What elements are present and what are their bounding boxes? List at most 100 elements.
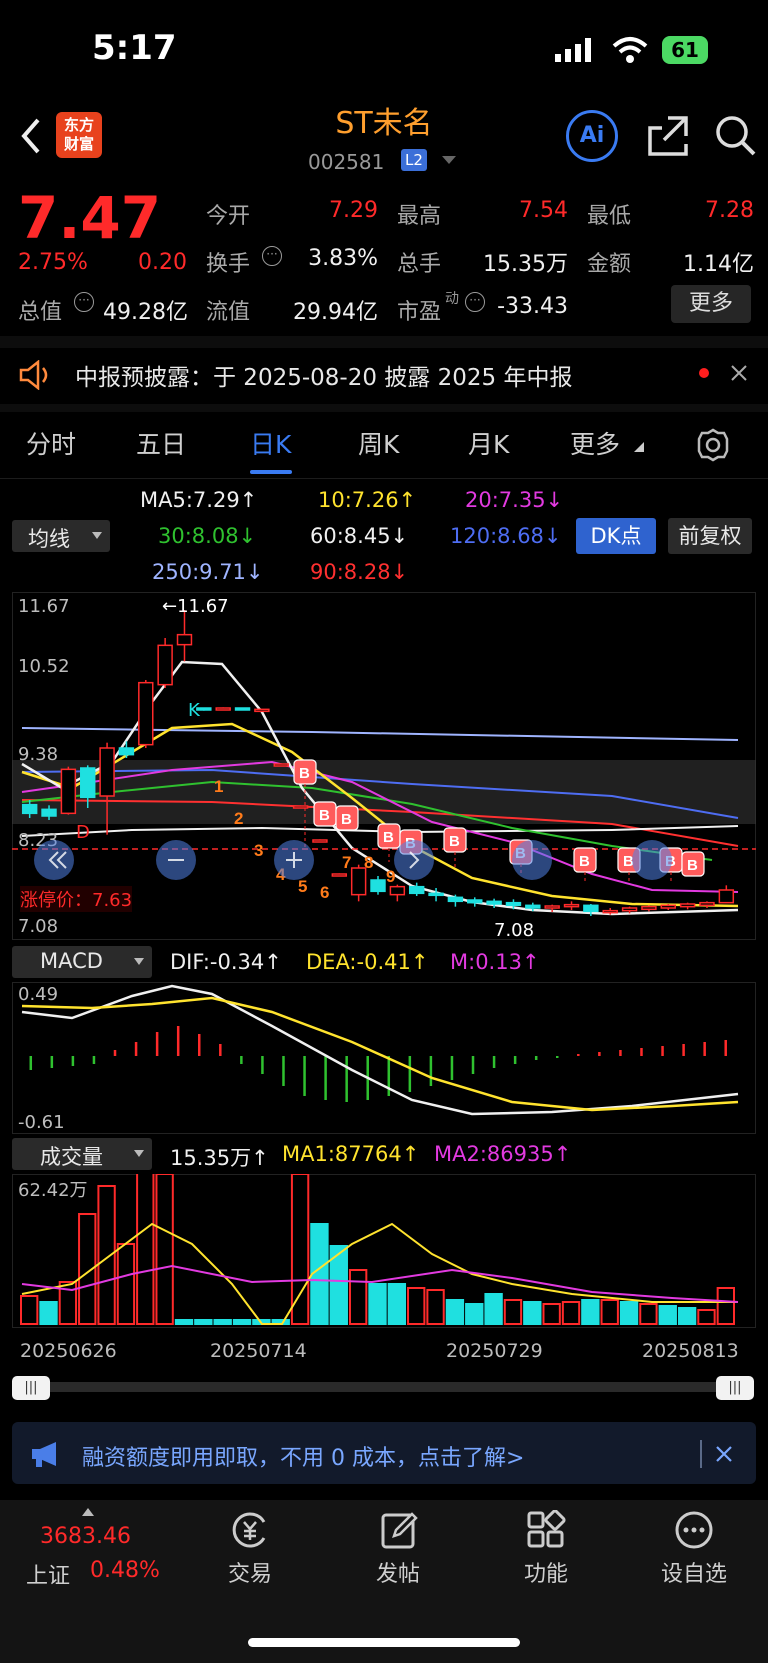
tab-monthly-k[interactable]: 月K xyxy=(468,425,509,461)
volume-chart[interactable] xyxy=(12,1174,756,1328)
range-scrollbar-track[interactable] xyxy=(14,1382,752,1392)
svg-text:B: B xyxy=(299,765,310,782)
macd-bar xyxy=(92,1056,96,1064)
dea-line xyxy=(21,996,739,1112)
volume-bar xyxy=(407,1287,426,1325)
volume-bar xyxy=(310,1223,329,1325)
svg-text:6: 6 xyxy=(320,883,329,902)
svg-text:1: 1 xyxy=(214,777,223,796)
forward-adjust-button[interactable]: 前复权 xyxy=(668,518,752,554)
trade-icon[interactable] xyxy=(230,1510,270,1550)
dropdown-icon xyxy=(134,1150,144,1157)
home-indicator[interactable] xyxy=(248,1638,520,1647)
more-button[interactable]: 更多 xyxy=(671,285,751,323)
dropdown-icon[interactable] xyxy=(442,156,456,166)
search-icon[interactable] xyxy=(714,114,758,158)
ma120-value: 120:8.68↓ xyxy=(450,524,562,548)
nav-functions[interactable]: 功能 xyxy=(496,1556,596,1588)
tab-five-day[interactable]: 五日 xyxy=(136,425,186,461)
tab-daily-k[interactable]: 日K xyxy=(250,425,291,461)
divider xyxy=(700,1440,702,1468)
volume-bar xyxy=(581,1299,600,1325)
range-handle-left[interactable]: ||| xyxy=(12,1376,50,1400)
svg-text:8: 8 xyxy=(364,853,373,872)
volume-bar xyxy=(39,1301,58,1325)
banner-text[interactable]: 融资额度即用即取，不用 0 成本，点击了解> xyxy=(82,1440,524,1472)
tab-weekly-k[interactable]: 周K xyxy=(358,425,399,461)
svg-text:B: B xyxy=(341,811,352,828)
ma20-value: 20:7.35↓ xyxy=(465,488,564,512)
svg-text:7: 7 xyxy=(342,853,351,872)
info-icon[interactable]: ··· xyxy=(74,292,94,312)
macd-bar xyxy=(598,1052,601,1056)
turnover-label: 换手 xyxy=(206,252,251,277)
macd-m: M:0.13↑ xyxy=(450,950,540,974)
low-label: 最低 xyxy=(587,204,632,229)
svg-text:B: B xyxy=(319,807,330,824)
index-value[interactable]: 3683.46 xyxy=(40,1524,131,1549)
macd-bar xyxy=(703,1042,706,1056)
svg-text:B: B xyxy=(383,829,394,846)
macd-bar xyxy=(198,1034,201,1056)
volume-bar xyxy=(697,1309,716,1325)
buy-signal-markers: BBB BBB BBB BB 123 456 789 xyxy=(34,759,705,902)
close-icon[interactable] xyxy=(731,365,747,381)
indicator-selector[interactable]: 均线 xyxy=(12,520,110,552)
scroll-left-icon xyxy=(34,840,74,880)
volume-selector[interactable]: 成交量 xyxy=(12,1138,152,1170)
mcap-label: 总值 xyxy=(18,300,63,325)
macd-bar xyxy=(71,1056,75,1066)
nav-trade[interactable]: 交易 xyxy=(200,1556,300,1588)
dropdown-icon xyxy=(134,958,144,965)
ma30-value: 30:8.08↓ xyxy=(158,524,257,548)
svg-text:B: B xyxy=(449,833,460,850)
date-label: 20250729 xyxy=(446,1340,543,1362)
tab-more[interactable]: 更多 xyxy=(570,425,620,461)
amount-value: 1.14亿 xyxy=(683,252,754,277)
settings-icon[interactable] xyxy=(696,428,730,462)
index-name[interactable]: 上证 xyxy=(26,1558,70,1590)
volume-bar xyxy=(658,1305,677,1325)
volume-ma1: MA1:87764↑ xyxy=(282,1142,420,1166)
wifi-icon xyxy=(612,37,648,63)
macd-y-bottom: -0.61 xyxy=(18,1112,65,1133)
volume-bar xyxy=(639,1303,658,1325)
volume-bar xyxy=(600,1299,619,1325)
range-handle-right[interactable]: ||| xyxy=(716,1376,754,1400)
dk-point-button[interactable]: DK点 xyxy=(576,518,656,554)
tab-intraday[interactable]: 分时 xyxy=(26,425,76,461)
notice-text[interactable]: 中报预披露：于 2025-08-20 披露 2025 年中报 xyxy=(75,358,572,392)
share-icon[interactable] xyxy=(646,114,690,158)
index-percent[interactable]: 0.48% xyxy=(90,1558,160,1583)
volume-bar xyxy=(484,1293,503,1325)
macd-selector[interactable]: MACD xyxy=(12,946,152,978)
nav-watchlist[interactable]: 设自选 xyxy=(644,1556,744,1588)
macd-bar xyxy=(471,1056,475,1074)
volume-bar xyxy=(465,1303,484,1325)
volume-bar xyxy=(426,1289,445,1325)
macd-y-top: 0.49 xyxy=(18,984,59,1005)
ma90-value: 90:8.28↓ xyxy=(310,560,409,584)
svg-text:9: 9 xyxy=(386,867,395,886)
watchlist-icon[interactable] xyxy=(674,1510,714,1550)
low-value: 7.28 xyxy=(705,198,754,223)
macd-chart[interactable] xyxy=(12,982,756,1134)
macd-bar xyxy=(577,1054,580,1056)
nav-post[interactable]: 发帖 xyxy=(348,1556,448,1588)
l2-badge[interactable]: L2 xyxy=(401,149,427,171)
volume-bar xyxy=(561,1301,581,1325)
date-label: 20250626 xyxy=(20,1340,117,1362)
close-icon[interactable] xyxy=(716,1446,732,1462)
functions-icon[interactable] xyxy=(526,1510,566,1550)
stock-code: 002581 xyxy=(308,150,385,174)
ai-button[interactable]: Ai xyxy=(566,110,618,162)
overlay-icon xyxy=(632,840,672,880)
active-tab-indicator xyxy=(250,470,292,474)
macd-bar xyxy=(240,1056,243,1064)
post-icon[interactable] xyxy=(380,1510,420,1550)
info-icon[interactable]: ··· xyxy=(262,246,282,266)
volume-bar xyxy=(387,1283,407,1325)
open-value: 7.29 xyxy=(329,198,378,223)
dropdown-icon xyxy=(92,532,102,539)
pe-label: 市盈 xyxy=(397,300,442,325)
